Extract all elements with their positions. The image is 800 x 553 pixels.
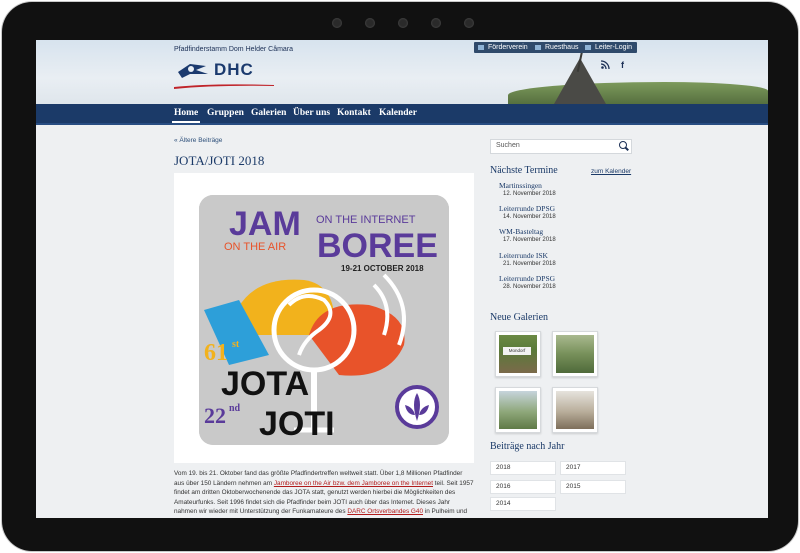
kalender-link[interactable]: zum Kalender — [591, 168, 631, 175]
event-title[interactable]: Leiterrunde ISK — [499, 251, 548, 260]
org-name: Pfadfinderstamm Dom Helder Câmara — [174, 46, 294, 53]
jota-joti-poster[interactable]: JAM ON THE INTERNET ON THE AIR BOREE 19-… — [199, 195, 449, 445]
link-icon — [478, 45, 484, 50]
nav-galerien[interactable]: Galerien — [251, 108, 286, 118]
jamboree-link[interactable]: Jamboree on the Air bzw. dem Jamboree on… — [274, 480, 433, 487]
termine-heading: Nächste Termine — [490, 165, 558, 176]
year-label: 2017 — [566, 464, 581, 471]
gallery-thumbnail[interactable] — [495, 387, 541, 433]
search-input[interactable]: Suchen — [490, 139, 632, 154]
event-date: 28. November 2018 — [503, 284, 556, 290]
year-label: 2018 — [496, 464, 511, 471]
event-title[interactable]: Leiterrunde DPSG — [499, 274, 555, 283]
poster-on-air: ON THE AIR — [224, 241, 286, 253]
poster-jota-num: 61 — [204, 340, 228, 366]
darc-link[interactable]: DARC Ortsverbandes G40 — [347, 508, 423, 515]
event-date: 12. November 2018 — [503, 191, 556, 197]
poster-boree: BOREE — [317, 227, 438, 265]
poster-dates: 19-21 OCTOBER 2018 — [341, 264, 424, 273]
camera-dot — [365, 18, 375, 28]
year-button-2016[interactable]: 2016 — [490, 480, 556, 494]
toplink-ruesthaus[interactable]: Ruesthaus — [531, 42, 584, 53]
event-title[interactable]: Leiterrunde DPSG — [499, 204, 555, 213]
event-date: 14. November 2018 — [503, 214, 556, 220]
toplink-label: Ruesthaus — [545, 44, 579, 51]
link-icon — [535, 45, 541, 50]
gallery-thumbnail[interactable] — [552, 387, 598, 433]
year-button-2018[interactable]: 2018 — [490, 461, 556, 475]
camera-dot — [464, 18, 474, 28]
search-placeholder: Suchen — [496, 142, 520, 149]
gallery-thumbnail[interactable] — [552, 331, 598, 377]
logo-text[interactable]: DHC — [214, 60, 254, 80]
nav-gruppen[interactable]: Gruppen — [207, 108, 244, 118]
event-title[interactable]: Martinssingen — [499, 181, 542, 190]
nav-kalender[interactable]: Kalender — [379, 108, 417, 118]
poster-jota-sup: st — [232, 339, 240, 350]
year-label: 2016 — [496, 483, 511, 490]
poster-on-internet: ON THE INTERNET — [316, 214, 416, 226]
header-landscape — [508, 82, 768, 104]
year-button-2015[interactable]: 2015 — [560, 480, 626, 494]
nav-kontakt[interactable]: Kontakt — [337, 108, 371, 118]
main-nav: Home Gruppen Galerien Über uns Kontakt K… — [36, 104, 768, 125]
gallery-photo — [499, 391, 537, 429]
logo-swoosh — [174, 84, 274, 89]
event-title[interactable]: WM-Basteltag — [499, 227, 543, 236]
year-button-2017[interactable]: 2017 — [560, 461, 626, 475]
search-icon[interactable] — [619, 141, 627, 149]
galerien-heading: Neue Galerien — [490, 312, 549, 323]
poster-joti: JOTI — [259, 405, 335, 443]
camera-dot — [332, 18, 342, 28]
toplink-label: Leiter-Login — [595, 44, 632, 51]
poster-jota: JOTA — [221, 365, 309, 403]
toplink-leiter-login[interactable]: Leiter-Login — [581, 42, 637, 53]
poster-joti-num: 22 — [204, 403, 226, 428]
poster-jam: JAM — [229, 205, 301, 243]
gallery-sign: Mondorf — [503, 347, 531, 355]
rss-icon[interactable] — [601, 60, 610, 69]
nav-ueber-uns[interactable]: Über uns — [293, 108, 330, 118]
excerpt-text: in Pulheim und — [423, 508, 468, 516]
gallery-photo: Mondorf — [499, 335, 537, 373]
site-header: Pfadfinderstamm Dom Helder Câmara DHC Fö… — [36, 40, 768, 104]
older-posts-link[interactable]: « Ältere Beiträge — [174, 137, 222, 144]
event-date: 17. November 2018 — [503, 237, 556, 243]
nav-active-indicator — [172, 121, 200, 123]
camera-dot — [398, 18, 408, 28]
event-date: 21. November 2018 — [503, 261, 556, 267]
gallery-photo — [556, 335, 594, 373]
post-title[interactable]: JOTA/JOTI 2018 — [174, 153, 264, 169]
toplink-label: Förderverein — [488, 44, 528, 51]
login-icon — [585, 45, 591, 50]
tablet-frame: Pfadfinderstamm Dom Helder Câmara DHC Fö… — [2, 2, 798, 551]
lily-logo-icon[interactable] — [176, 60, 210, 80]
camera-dot — [431, 18, 441, 28]
year-button-2014[interactable]: 2014 — [490, 497, 556, 511]
year-label: 2015 — [566, 483, 581, 490]
year-label: 2014 — [496, 500, 511, 507]
gallery-photo — [556, 391, 594, 429]
browser-viewport: Pfadfinderstamm Dom Helder Câmara DHC Fö… — [36, 40, 768, 518]
toplink-foerderverein[interactable]: Förderverein — [474, 42, 533, 53]
post-excerpt: Vom 19. bis 21. Oktober fand das größte … — [174, 469, 474, 517]
gallery-thumbnail[interactable]: Mondorf — [495, 331, 541, 377]
poster-joti-sup: nd — [229, 403, 241, 414]
facebook-icon[interactable]: f — [621, 60, 624, 70]
beitraege-heading: Beiträge nach Jahr — [490, 441, 565, 452]
poster-artwork: JAM ON THE INTERNET ON THE AIR BOREE 19-… — [199, 195, 449, 445]
nav-home[interactable]: Home — [174, 108, 198, 118]
